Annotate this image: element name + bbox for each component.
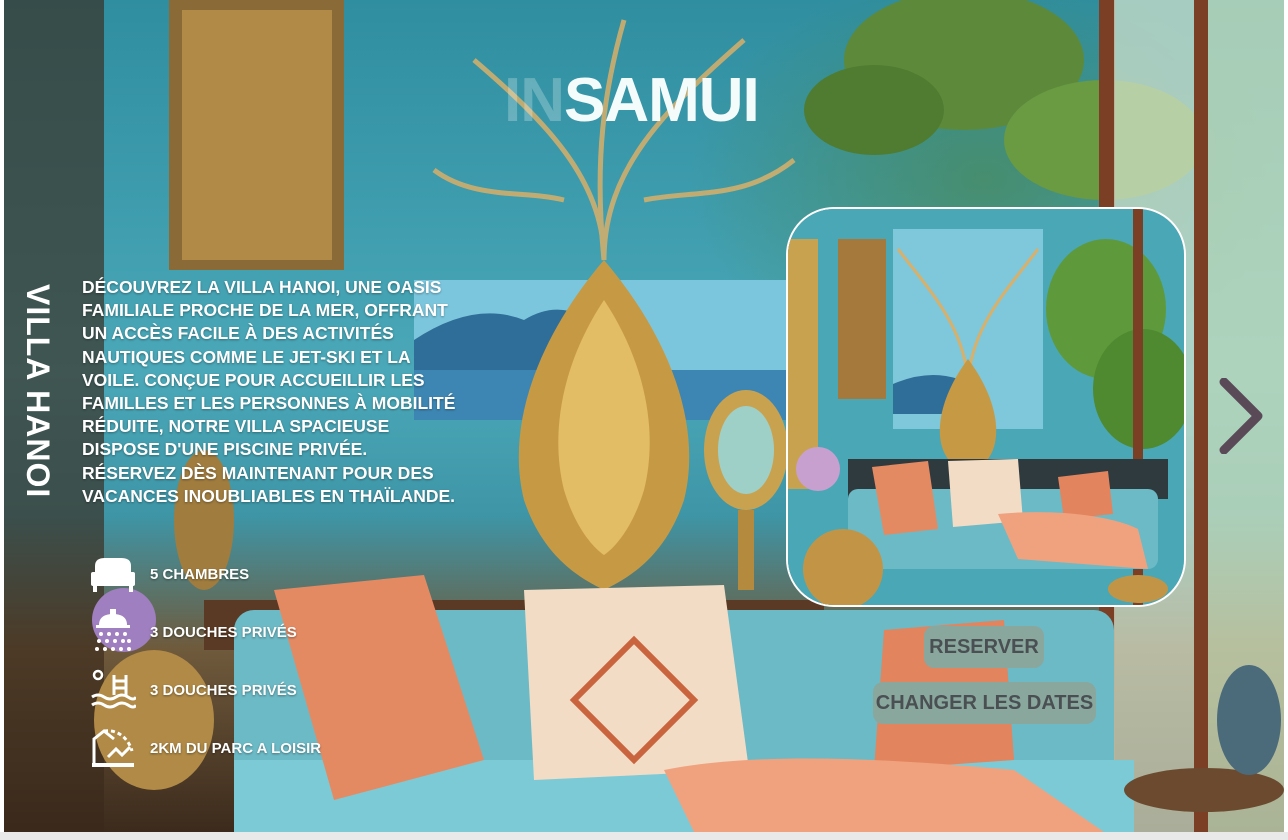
change-dates-button[interactable]: CHANGER LES DATES <box>873 682 1096 724</box>
brand-logo[interactable]: INSAMUI <box>504 66 760 136</box>
feature-showers: 3 DOUCHES PRIVÉS <box>88 608 297 656</box>
park-icon <box>88 724 138 772</box>
feature-label: 3 DOUCHES PRIVÉS <box>150 623 297 641</box>
reserve-button[interactable]: RESERVER <box>924 626 1044 668</box>
brand-name: SAMUI <box>564 66 760 135</box>
bottom-divider <box>0 832 1288 840</box>
villa-description: Découvrez la Villa Hanoi, une oasis fami… <box>82 277 456 506</box>
feature-label: 5 CHAMBRES <box>150 565 250 583</box>
feature-pool: 3 DOUCHES PRIVÉS <box>88 666 297 714</box>
feature-label: 2KM DU PARC A LOISIR <box>150 739 322 757</box>
chevron-right-icon[interactable] <box>1218 378 1264 454</box>
feature-bedrooms: 5 CHAMBRES <box>88 550 249 598</box>
brand-prefix: IN <box>504 66 565 135</box>
villa-title: VILLA HANOI <box>20 284 56 499</box>
hero-page: INSAMUI VILLA HANOI Découvrez la Villa H… <box>4 0 1284 832</box>
feature-label: 3 DOUCHES PRIVÉS <box>150 681 297 699</box>
villa-photo-thumbnail[interactable] <box>786 207 1186 607</box>
bed-icon <box>88 550 138 598</box>
shower-icon <box>88 608 138 656</box>
villa-title-container: VILLA HANOI <box>4 280 76 530</box>
feature-park: 2KM DU PARC A LOISIR <box>88 724 321 772</box>
pool-icon <box>88 666 138 714</box>
villa-photo <box>788 209 1184 605</box>
